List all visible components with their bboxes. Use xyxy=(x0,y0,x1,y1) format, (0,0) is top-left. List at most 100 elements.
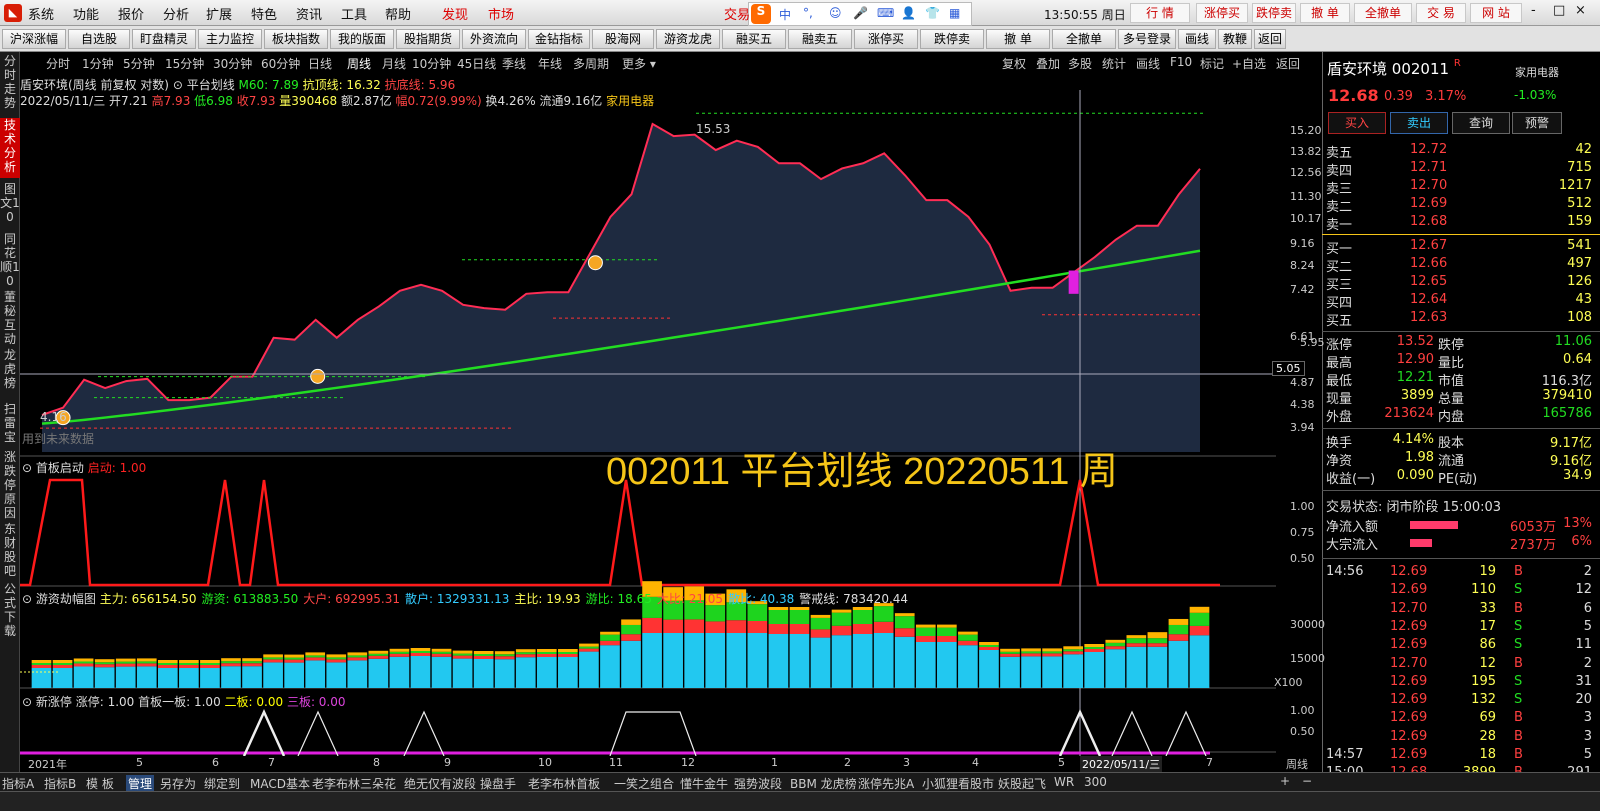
bottom-tab-1[interactable]: 指标B xyxy=(44,775,76,792)
left-tab-4[interactable]: 董秘互动 xyxy=(0,290,20,346)
quick-button-3[interactable]: 撤 单 xyxy=(1300,3,1350,23)
bottom-tab-17[interactable]: 小狐狸看股市 xyxy=(922,775,994,792)
period-7[interactable]: 周线 xyxy=(347,55,371,72)
toolbar-button-19[interactable]: 教鞭 xyxy=(1218,29,1252,49)
close-icon[interactable]: × xyxy=(1575,3,1586,18)
bottom-tab-0[interactable]: 指标A xyxy=(2,775,34,792)
menu-item-2[interactable]: 报价 xyxy=(118,4,144,23)
bottom-tab-10[interactable]: 操盘手 xyxy=(480,775,516,792)
ime-emoji-icon[interactable]: ☺ xyxy=(829,6,842,20)
period-9[interactable]: 10分钟 xyxy=(412,55,451,72)
period-12[interactable]: 年线 xyxy=(538,55,562,72)
signal-marker-2[interactable] xyxy=(587,255,603,271)
minimize-icon[interactable]: - xyxy=(1531,3,1536,18)
add-tab-icon[interactable]: + xyxy=(1280,774,1290,788)
toolbar-button-1[interactable]: 自选股 xyxy=(68,29,130,49)
quote-button-3[interactable]: 预警 xyxy=(1512,112,1562,134)
toolbar-button-5[interactable]: 我的版面 xyxy=(330,29,394,49)
toolbar-button-17[interactable]: 多号登录 xyxy=(1118,29,1176,49)
period-5[interactable]: 60分钟 xyxy=(261,55,300,72)
period-13[interactable]: 多周期 xyxy=(573,55,609,72)
menu-item-0[interactable]: 系统 xyxy=(28,4,54,23)
period-4[interactable]: 30分钟 xyxy=(213,55,252,72)
chart-tool-8[interactable]: 返回 xyxy=(1276,55,1300,72)
toolbar-button-12[interactable]: 融卖五 xyxy=(788,29,852,49)
quick-button-0[interactable]: 行 情 xyxy=(1130,3,1190,23)
quick-button-2[interactable]: 跌停卖 xyxy=(1252,3,1296,23)
chart-tool-2[interactable]: 多股 xyxy=(1068,55,1092,72)
bottom-tab-5[interactable]: 绑定到 xyxy=(204,775,240,792)
left-tab-8[interactable]: 东财股吧 xyxy=(0,522,20,578)
chart-tool-3[interactable]: 统计 xyxy=(1102,55,1126,72)
quote-button-0[interactable]: 买入 xyxy=(1328,112,1386,134)
bottom-tab-3[interactable]: 管理 xyxy=(126,775,155,792)
quick-button-5[interactable]: 交 易 xyxy=(1416,3,1466,23)
remove-tab-icon[interactable]: − xyxy=(1302,774,1312,788)
left-tab-1[interactable]: 技术分析 xyxy=(0,118,20,178)
menu-item-1[interactable]: 功能 xyxy=(73,4,99,23)
toolbar-button-3[interactable]: 主力监控 xyxy=(198,29,262,49)
period-11[interactable]: 季线 xyxy=(502,55,526,72)
menu-item-7[interactable]: 工具 xyxy=(341,4,367,23)
chart-tool-7[interactable]: +自选 xyxy=(1232,55,1266,72)
period-6[interactable]: 日线 xyxy=(308,55,332,72)
period-1[interactable]: 1分钟 xyxy=(82,55,114,72)
ime-voice-icon[interactable]: 🎤 xyxy=(853,6,868,20)
bottom-tab-12[interactable]: 一笑之组合 xyxy=(614,775,674,792)
menu-item-3[interactable]: 分析 xyxy=(163,4,189,23)
left-tab-3[interactable]: 同花顺10 xyxy=(0,232,20,288)
toolbar-button-13[interactable]: 涨停买 xyxy=(854,29,918,49)
quote-button-1[interactable]: 卖出 xyxy=(1390,112,1448,134)
ime-keyboard-icon[interactable]: ⌨ xyxy=(877,6,894,20)
toolbar-button-8[interactable]: 金钻指标 xyxy=(528,29,590,49)
bottom-tab-4[interactable]: 另存为 xyxy=(160,775,196,792)
ime-skin-icon[interactable]: 👕 xyxy=(925,6,940,20)
bottom-tab-15[interactable]: BBM 龙虎榜 xyxy=(790,775,857,792)
maximize-icon[interactable]: □ xyxy=(1553,3,1565,18)
ime-punct-icon[interactable]: °, xyxy=(803,6,813,20)
xaxis-period[interactable]: 周线 xyxy=(1286,756,1308,772)
bottom-tab-9[interactable]: 绝无仅有波段 xyxy=(404,775,476,792)
chart-tool-1[interactable]: 叠加 xyxy=(1036,55,1060,72)
period-0[interactable]: 分时 xyxy=(46,55,70,72)
left-tab-7[interactable]: 涨跌停原因 xyxy=(0,450,20,520)
left-tab-0[interactable]: 分时走势 xyxy=(0,54,20,114)
menu-discover[interactable]: 发现 xyxy=(442,4,468,23)
toolbar-button-6[interactable]: 股指期货 xyxy=(396,29,460,49)
toolbar-button-15[interactable]: 撤 单 xyxy=(986,29,1050,49)
chart-tool-5[interactable]: F10 xyxy=(1170,55,1192,69)
bottom-tab-8[interactable]: 三朵花 xyxy=(360,775,396,792)
chart-tool-0[interactable]: 复权 xyxy=(1002,55,1026,72)
quick-button-6[interactable]: 网 站 xyxy=(1470,3,1522,23)
toolbar-button-10[interactable]: 游资龙虎 xyxy=(656,29,720,49)
chart-area[interactable] xyxy=(20,72,1276,756)
menu-trade[interactable]: 交易 xyxy=(724,4,750,23)
left-tab-2[interactable]: 图文10 xyxy=(0,182,20,228)
bottom-tab-11[interactable]: 老李布林首板 xyxy=(528,775,600,792)
bottom-tab-6[interactable]: MACD基本 xyxy=(250,775,310,792)
panel2-title[interactable]: 首板启动 xyxy=(36,461,84,475)
period-3[interactable]: 15分钟 xyxy=(165,55,204,72)
menu-item-6[interactable]: 资讯 xyxy=(296,4,322,23)
panel3-title[interactable]: 游资劫幅图 xyxy=(36,592,96,606)
period-2[interactable]: 5分钟 xyxy=(123,55,155,72)
bottom-tab-13[interactable]: 懂牛金牛 xyxy=(680,775,728,792)
left-tab-9[interactable]: 公式下载 xyxy=(0,582,20,652)
toolbar-button-9[interactable]: 股海网 xyxy=(592,29,654,49)
toolbar-button-0[interactable]: 沪深涨幅 xyxy=(2,29,66,49)
toolbar-button-11[interactable]: 融买五 xyxy=(722,29,786,49)
left-tab-5[interactable]: 龙虎榜 xyxy=(0,348,20,398)
ime-menu-icon[interactable]: ▦ xyxy=(949,6,960,20)
bottom-tab-19[interactable]: WR xyxy=(1054,775,1074,789)
toolbar-button-7[interactable]: 外资流向 xyxy=(462,29,526,49)
menu-market[interactable]: 市场 xyxy=(488,4,514,23)
period-8[interactable]: 月线 xyxy=(382,55,406,72)
bottom-tab-2[interactable]: 模 板 xyxy=(86,775,114,792)
left-tab-6[interactable]: 扫雷宝 xyxy=(0,402,20,446)
panel4-title[interactable]: 新涨停 xyxy=(36,695,72,709)
toolbar-button-4[interactable]: 板块指数 xyxy=(264,29,328,49)
quick-button-4[interactable]: 全撤单 xyxy=(1354,3,1412,23)
menu-item-8[interactable]: 帮助 xyxy=(385,4,411,23)
bottom-tab-7[interactable]: 老李布林 xyxy=(312,775,360,792)
toolbar-button-16[interactable]: 全撤单 xyxy=(1052,29,1116,49)
